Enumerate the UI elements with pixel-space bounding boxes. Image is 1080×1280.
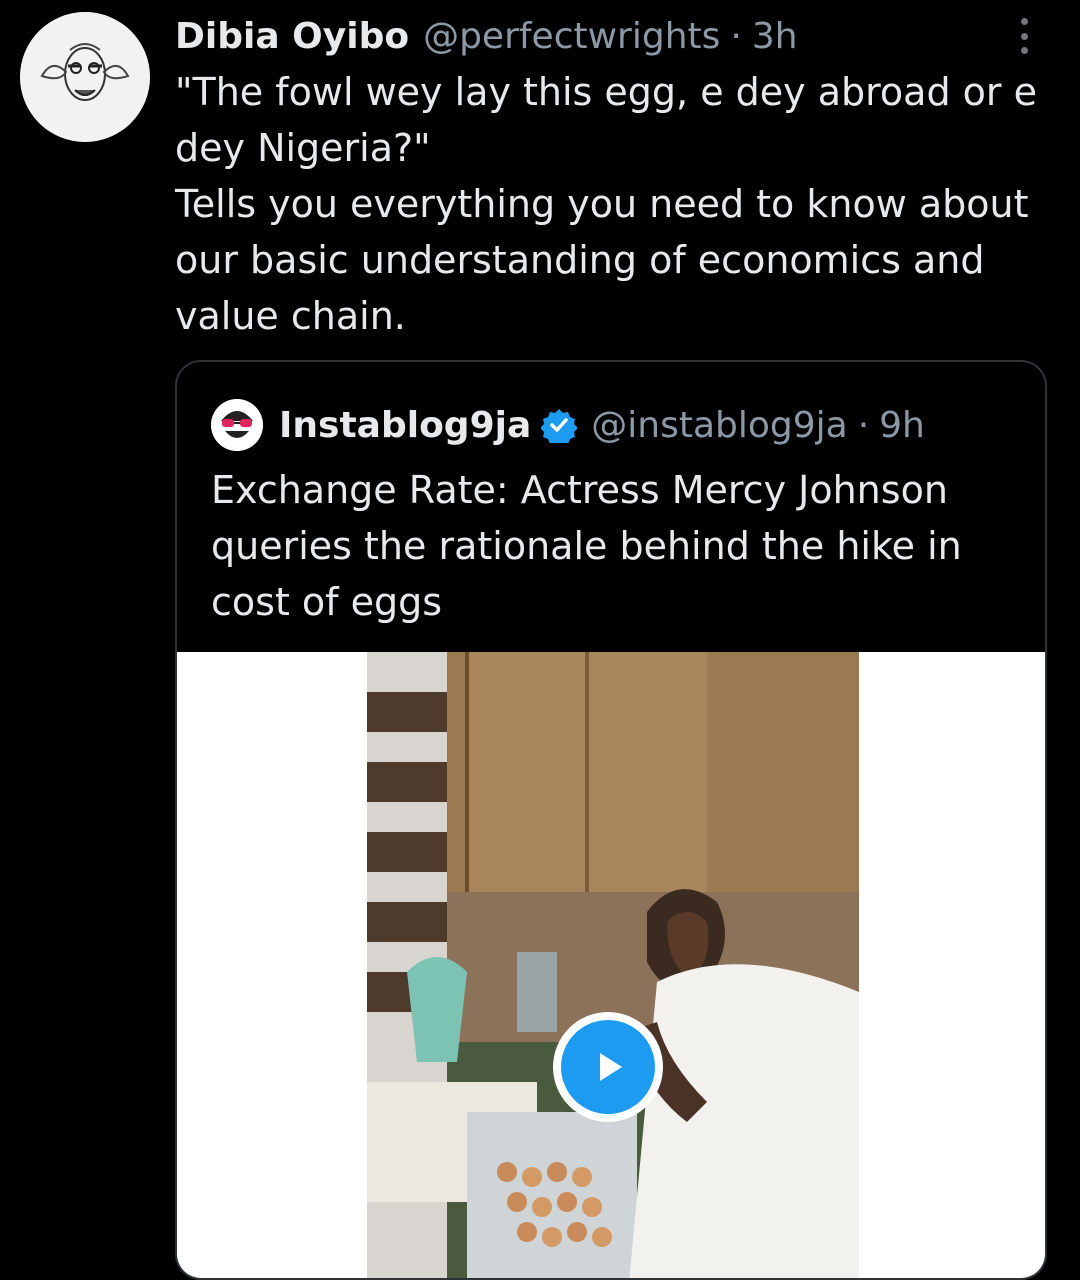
quoted-tweet-header: Instablog9ja @instablog9ja · 9h (211, 399, 925, 451)
quoted-tweet-time[interactable]: 9h (879, 405, 925, 446)
video-thumbnail[interactable] (367, 652, 859, 1278)
author-avatar[interactable] (20, 12, 150, 142)
quoted-author-name[interactable]: Instablog9ja (279, 405, 531, 446)
play-icon[interactable] (553, 1012, 663, 1122)
more-vertical-icon[interactable] (1010, 14, 1038, 58)
author-name[interactable]: Dibia Oyibo (175, 13, 409, 61)
separator-dot: · (857, 404, 870, 446)
quoted-tweet[interactable]: Instablog9ja @instablog9ja · 9h Exchange… (175, 360, 1047, 1280)
tweet[interactable]: Dibia Oyibo @perfectwrights · 3h "The fo… (0, 0, 1080, 1280)
quoted-author-avatar[interactable] (211, 399, 263, 451)
quoted-tweet-text: Exchange Rate: Actress Mercy Johnson que… (211, 468, 962, 624)
verified-badge-icon (540, 407, 579, 447)
separator-dot: · (730, 16, 742, 57)
video-media[interactable] (177, 652, 1045, 1278)
tweet-header: Dibia Oyibo @perfectwrights · 3h (175, 12, 798, 62)
quoted-author-handle[interactable]: @instablog9ja (591, 405, 847, 446)
tweet-time[interactable]: 3h (752, 13, 798, 61)
author-handle[interactable]: @perfectwrights (423, 13, 720, 61)
tweet-text: "The fowl wey lay this egg, e dey abroad… (175, 70, 1037, 338)
